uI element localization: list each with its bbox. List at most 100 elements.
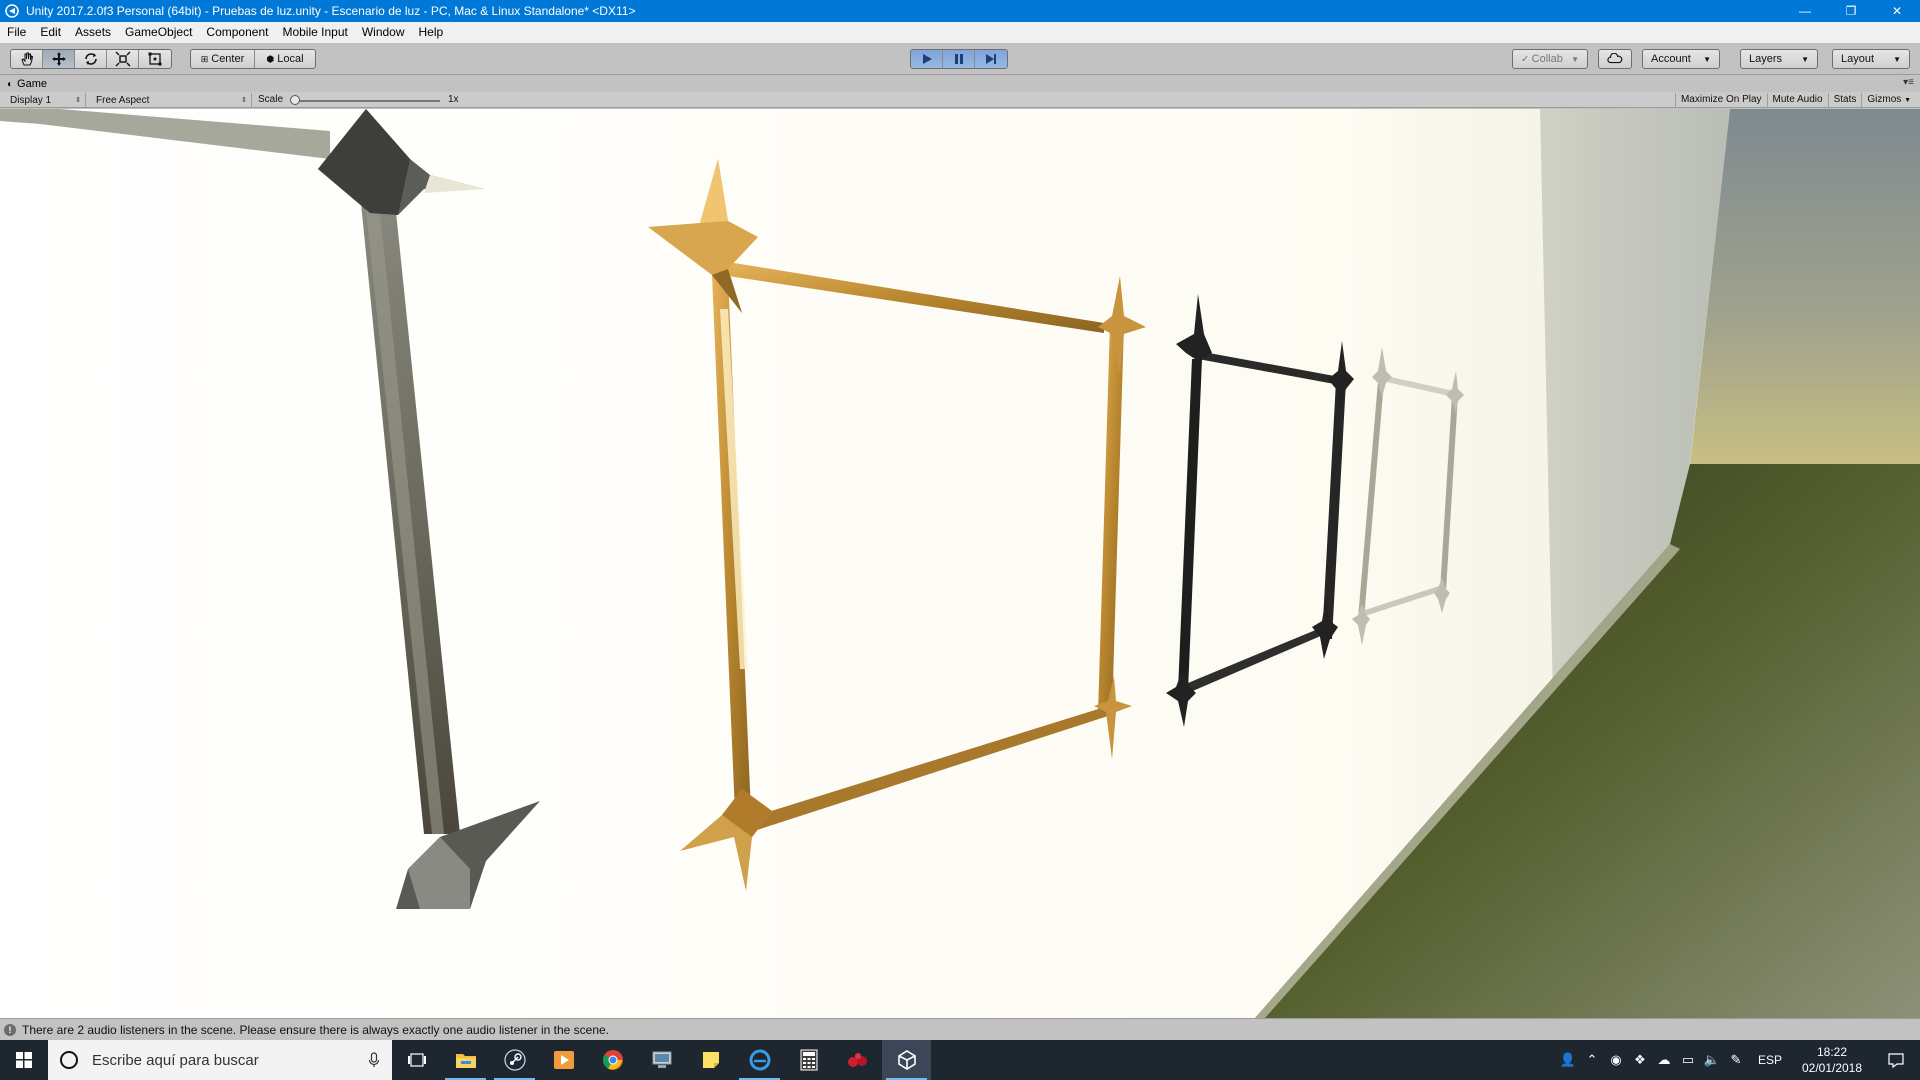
scale-slider-thumb[interactable] [290, 95, 300, 105]
taskbar-game-app[interactable] [833, 1040, 882, 1080]
dropbox-icon[interactable]: ❖ [1628, 1040, 1652, 1080]
scene-render [0, 109, 1920, 1018]
search-placeholder: Escribe aquí para buscar [92, 1051, 259, 1069]
taskbar-media-player[interactable] [539, 1040, 588, 1080]
account-dropdown[interactable]: Account ▼ [1642, 49, 1720, 69]
game-viewport[interactable] [0, 109, 1920, 1018]
cloud-icon [1607, 53, 1623, 64]
pen-icon[interactable]: ✎ [1724, 1040, 1748, 1080]
tab-menu-icon[interactable]: ▾≡ [1903, 77, 1914, 88]
pause-icon [954, 54, 963, 64]
pivot-toggles: ⊞ Center ⬢ Local [190, 49, 316, 69]
unity-editor-window: Unity 2017.2.0f3 Personal (64bit) - Prue… [0, 0, 1920, 1080]
rect-tool-button[interactable] [139, 50, 171, 68]
game-tab-bar: ◖ Game ▾≡ [0, 76, 1920, 92]
cortana-icon [60, 1051, 78, 1069]
gizmos-dropdown[interactable]: Gizmos ▼ [1861, 93, 1916, 107]
taskbar-edge[interactable] [735, 1040, 784, 1080]
windows-logo-icon [16, 1052, 32, 1068]
move-tool-button[interactable] [43, 50, 75, 68]
rotate-tool-button[interactable] [75, 50, 107, 68]
pause-button[interactable] [943, 50, 975, 68]
tab-game[interactable]: ◖ Game [6, 76, 47, 92]
layout-dropdown[interactable]: Layout ▼ [1832, 49, 1910, 69]
microphone-icon[interactable] [368, 1052, 380, 1068]
maximize-button[interactable]: ❐ [1828, 0, 1874, 22]
input-language[interactable]: ESP [1748, 1053, 1792, 1067]
menu-component[interactable]: Component [199, 22, 275, 43]
move-arrows-icon [51, 52, 66, 66]
media-player-icon [553, 1051, 574, 1069]
space-local-toggle[interactable]: ⬢ Local [255, 50, 315, 68]
transform-tools [10, 49, 172, 69]
layers-label: Layers [1749, 53, 1783, 65]
updown-arrows-icon: ⇕ [241, 97, 247, 104]
pivot-label: Center [211, 53, 245, 65]
menu-gameobject[interactable]: GameObject [118, 22, 199, 43]
taskbar-devices[interactable] [637, 1040, 686, 1080]
clock-date: 02/01/2018 [1801, 1061, 1863, 1075]
local-space-icon: ⬢ [266, 53, 275, 64]
display-dropdown[interactable]: Display 1 ⇕ [6, 93, 86, 107]
steam-icon [503, 1049, 526, 1071]
menu-window[interactable]: Window [355, 22, 412, 43]
onedrive-icon[interactable]: ☁ [1652, 1040, 1676, 1080]
mute-audio-toggle[interactable]: Mute Audio [1766, 93, 1828, 107]
folder-icon [455, 1054, 476, 1068]
people-icon[interactable]: 👤 [1556, 1040, 1580, 1080]
show-hidden-icons-chevron-icon[interactable]: ⌃ [1580, 1040, 1604, 1080]
window-title: Unity 2017.2.0f3 Personal (64bit) - Prue… [26, 4, 636, 18]
display-label: Display 1 [10, 94, 52, 106]
menu-bar: File Edit Assets GameObject Component Mo… [0, 22, 1920, 43]
chrome-icon [602, 1050, 623, 1070]
hand-tool-button[interactable] [11, 50, 43, 68]
taskbar-sticky-notes[interactable] [686, 1040, 735, 1080]
pivot-center-toggle[interactable]: ⊞ Center [191, 50, 255, 68]
window-controls: — ❐ ✕ [1782, 0, 1920, 22]
taskbar-file-explorer[interactable] [441, 1040, 490, 1080]
close-button[interactable]: ✕ [1874, 0, 1920, 22]
scale-tool-button[interactable] [107, 50, 139, 68]
taskbar-unity[interactable] [882, 1040, 931, 1080]
taskbar-calculator[interactable] [784, 1040, 833, 1080]
scale-icon [115, 51, 130, 67]
cloud-button[interactable] [1598, 49, 1632, 69]
system-clock[interactable]: 18:22 02/01/2018 [1792, 1044, 1872, 1076]
menu-assets[interactable]: Assets [68, 22, 118, 43]
play-button[interactable] [911, 50, 943, 68]
maximize-on-play-toggle[interactable]: Maximize On Play [1674, 93, 1767, 107]
layers-dropdown[interactable]: Layers ▼ [1740, 49, 1818, 69]
taskbar-chrome[interactable] [588, 1040, 637, 1080]
sticky-notes-icon [702, 1052, 719, 1068]
scale-slider-track[interactable] [292, 100, 440, 102]
unity-logo-icon [4, 3, 20, 19]
console-status-bar[interactable]: ! There are 2 audio listeners in the sce… [0, 1018, 1920, 1040]
red-app-icon [847, 1053, 867, 1067]
menu-mobile-input[interactable]: Mobile Input [275, 22, 354, 43]
computer-icon [652, 1051, 671, 1068]
calculator-icon [800, 1049, 817, 1071]
task-view-button[interactable] [392, 1040, 441, 1080]
minimize-button[interactable]: — [1782, 0, 1828, 22]
main-toolbar: ⊞ Center ⬢ Local ✓ Collab ▼ Account ▼ La… [0, 43, 1920, 75]
taskbar-search[interactable]: Escribe aquí para buscar [48, 1040, 392, 1080]
game-view-toggles: Maximize On Play Mute Audio Stats Gizmos… [1674, 93, 1916, 107]
collab-label: Collab [1531, 53, 1563, 65]
chevron-down-icon: ▼ [1904, 97, 1911, 104]
stats-toggle[interactable]: Stats [1827, 93, 1862, 107]
collab-dropdown[interactable]: ✓ Collab ▼ [1512, 49, 1588, 69]
volume-icon[interactable]: 🔈 [1700, 1040, 1724, 1080]
menu-help[interactable]: Help [412, 22, 451, 43]
steam-tray-icon[interactable]: ◉ [1604, 1040, 1628, 1080]
action-center-button[interactable] [1872, 1040, 1920, 1080]
menu-file[interactable]: File [0, 22, 33, 43]
menu-edit[interactable]: Edit [33, 22, 68, 43]
warning-icon: ! [4, 1023, 16, 1036]
chevron-down-icon: ▼ [1703, 54, 1711, 64]
taskbar-steam[interactable] [490, 1040, 539, 1080]
network-icon[interactable]: ▭ [1676, 1040, 1700, 1080]
task-view-icon [407, 1053, 426, 1067]
start-button[interactable] [0, 1040, 48, 1080]
aspect-dropdown[interactable]: Free Aspect ⇕ [92, 93, 252, 107]
step-button[interactable] [975, 50, 1007, 68]
